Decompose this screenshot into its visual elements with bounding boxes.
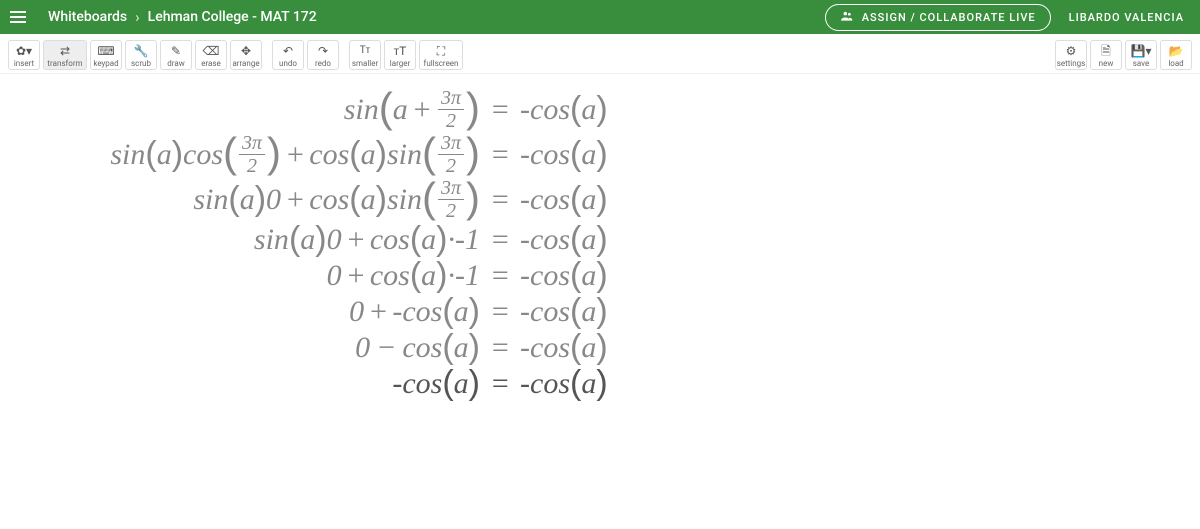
fullscreen-button[interactable]: ⛶ fullscreen <box>419 40 463 70</box>
larger-button[interactable]: ᴛT larger <box>384 40 416 70</box>
redo-button[interactable]: ↷ redo <box>307 40 339 70</box>
insert-button[interactable]: ✿▾ insert <box>8 40 40 70</box>
shuffle-icon: ⇄ <box>60 45 70 57</box>
erase-button[interactable]: ⌫ erase <box>195 40 227 70</box>
eraser-icon: ⌫ <box>203 45 220 57</box>
assign-label: ASSIGN / COLLABORATE LIVE <box>862 11 1036 24</box>
equation-row[interactable]: sin(a) 0 + cos(a) sin( 3π2 ) = -cos(a) <box>40 178 1160 221</box>
equation-row[interactable]: -cos(a) = -cos(a) <box>40 367 1160 401</box>
equation-row[interactable]: 0 − cos(a) = -cos(a) <box>40 331 1160 365</box>
gear-icon: ⚙ <box>1066 45 1077 57</box>
text-larger-icon: ᴛT <box>394 45 407 57</box>
breadcrumb-page[interactable]: Lehman College - MAT 172 <box>148 9 317 25</box>
settings-button[interactable]: ⚙ settings <box>1055 40 1087 70</box>
save-button[interactable]: 💾▾ save <box>1125 40 1157 70</box>
redo-icon: ↷ <box>318 45 328 57</box>
text-smaller-icon: Tᴛ <box>360 45 371 57</box>
whiteboard-canvas[interactable]: sin ( a + 3π 2 ) = - cos ( a ) sin(a) co… <box>0 74 1200 415</box>
equation-row[interactable]: sin(a) cos( 3π2 ) + cos(a) sin( 3π2 ) = … <box>40 133 1160 176</box>
equation-row[interactable]: 0 + cos(a) ·-1 = -cos(a) <box>40 259 1160 293</box>
transform-button[interactable]: ⇄ transform <box>43 40 87 70</box>
app-header: Whiteboards › Lehman College - MAT 172 A… <box>0 0 1200 34</box>
breadcrumb: Whiteboards › Lehman College - MAT 172 <box>48 8 317 26</box>
new-file-icon: 🗎 <box>1101 45 1111 57</box>
user-name[interactable]: LIBARDO VALENCIA <box>1063 11 1190 24</box>
undo-icon: ↶ <box>283 45 293 57</box>
keypad-button[interactable]: ⌨ keypad <box>90 40 122 70</box>
fullscreen-icon: ⛶ <box>437 45 445 57</box>
equation-row[interactable]: sin ( a + 3π 2 ) = - cos ( a ) <box>40 88 1160 131</box>
hamburger-menu-icon[interactable] <box>10 7 30 27</box>
toolbar: ✿▾ insert ⇄ transform ⌨ keypad 🔧 scrub ✎… <box>0 34 1200 74</box>
equation-row[interactable]: sin(a) 0 + cos(a) ·-1 = -cos(a) <box>40 223 1160 257</box>
undo-button[interactable]: ↶ undo <box>272 40 304 70</box>
people-icon <box>840 9 854 26</box>
wrench-icon: 🔧 <box>134 45 149 57</box>
breadcrumb-root[interactable]: Whiteboards <box>48 9 127 25</box>
gear-plus-icon: ✿▾ <box>16 45 32 57</box>
chevron-right-icon: › <box>135 8 140 26</box>
left-paren-icon: ( <box>379 87 393 129</box>
fraction: 3π 2 <box>438 88 464 131</box>
scrub-button[interactable]: 🔧 scrub <box>125 40 157 70</box>
draw-button[interactable]: ✎ draw <box>160 40 192 70</box>
keyboard-icon: ⌨ <box>97 45 114 57</box>
assign-collaborate-button[interactable]: ASSIGN / COLLABORATE LIVE <box>825 4 1051 31</box>
smaller-button[interactable]: Tᴛ smaller <box>349 40 381 70</box>
new-button[interactable]: 🗎 new <box>1090 40 1122 70</box>
equation-row[interactable]: 0 + -cos(a) = -cos(a) <box>40 295 1160 329</box>
load-button[interactable]: 📂 load <box>1160 40 1192 70</box>
save-icon: 💾▾ <box>1131 45 1152 57</box>
right-paren-icon: ) <box>466 87 480 129</box>
pencil-icon: ✎ <box>171 45 181 57</box>
arrange-button[interactable]: ✥ arrange <box>230 40 262 70</box>
move-icon: ✥ <box>241 45 251 57</box>
load-icon: 📂 <box>1169 45 1184 57</box>
